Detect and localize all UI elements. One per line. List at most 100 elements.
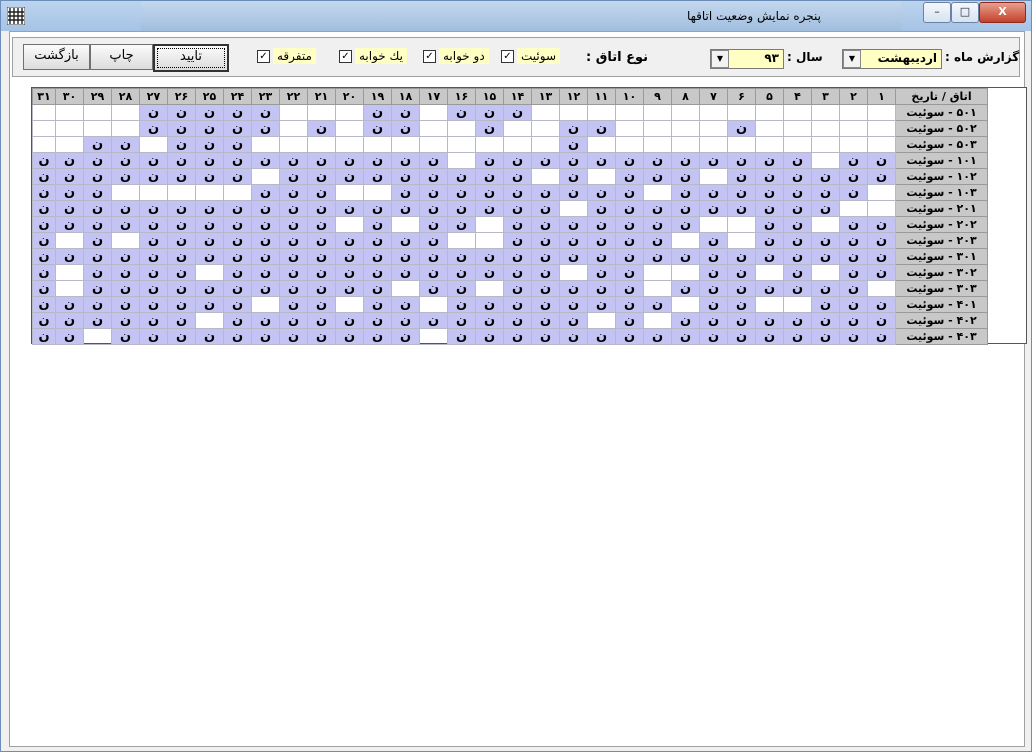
day-cell[interactable]: ن xyxy=(335,232,364,249)
day-cell[interactable] xyxy=(671,120,700,137)
day-cell[interactable]: ن xyxy=(279,280,308,297)
day-cell[interactable]: ن xyxy=(811,280,840,297)
day-cell[interactable]: ن xyxy=(167,136,196,153)
minimize-button[interactable]: – xyxy=(923,2,951,23)
day-cell[interactable] xyxy=(867,184,896,201)
day-cell[interactable]: ن xyxy=(755,328,784,345)
day-cell[interactable] xyxy=(335,296,364,313)
day-cell[interactable]: ن xyxy=(559,216,588,233)
day-cell[interactable] xyxy=(699,136,728,153)
day-cell[interactable] xyxy=(587,104,616,121)
day-cell[interactable]: ن xyxy=(307,168,336,185)
day-cell[interactable]: ن xyxy=(167,120,196,137)
day-cell[interactable]: ن xyxy=(307,264,336,281)
day-cell[interactable] xyxy=(643,104,672,121)
day-cell[interactable]: ن xyxy=(503,152,532,169)
day-cell[interactable]: ن xyxy=(615,248,644,265)
day-cell[interactable]: ن xyxy=(643,328,672,345)
day-cell[interactable]: ن xyxy=(867,264,896,281)
day-cell[interactable]: ن xyxy=(503,200,532,217)
day-cell[interactable]: ن xyxy=(223,200,252,217)
day-cell[interactable] xyxy=(139,184,168,201)
day-cell[interactable]: ن xyxy=(559,248,588,265)
day-cell[interactable]: ن xyxy=(195,104,224,121)
day-cell[interactable]: ن xyxy=(475,168,504,185)
day-cell[interactable]: ن xyxy=(335,312,364,329)
day-cell[interactable] xyxy=(671,136,700,153)
day-cell[interactable]: ن xyxy=(55,296,84,313)
day-cell[interactable]: ن xyxy=(671,168,700,185)
day-cell[interactable]: ن xyxy=(671,312,700,329)
day-cell[interactable]: ن xyxy=(783,216,812,233)
day-cell[interactable]: ن xyxy=(335,248,364,265)
day-cell[interactable] xyxy=(727,104,756,121)
day-cell[interactable]: ن xyxy=(559,120,588,137)
day-cell[interactable]: ن xyxy=(503,280,532,297)
day-cell[interactable]: ن xyxy=(139,312,168,329)
day-cell[interactable]: ن xyxy=(699,184,728,201)
day-cell[interactable] xyxy=(363,184,392,201)
day-cell[interactable] xyxy=(699,168,728,185)
day-cell[interactable]: ن xyxy=(699,152,728,169)
day-cell[interactable]: ن xyxy=(587,296,616,313)
day-cell[interactable]: ن xyxy=(83,296,112,313)
day-cell[interactable] xyxy=(419,296,448,313)
day-cell[interactable]: ن xyxy=(419,248,448,265)
day-cell[interactable]: ن xyxy=(32,216,56,233)
day-cell[interactable]: ن xyxy=(195,152,224,169)
day-cell[interactable] xyxy=(671,296,700,313)
day-cell[interactable]: ن xyxy=(811,248,840,265)
day-cell[interactable]: ن xyxy=(391,232,420,249)
day-cell[interactable] xyxy=(755,296,784,313)
day-cell[interactable]: ن xyxy=(783,264,812,281)
day-cell[interactable]: ن xyxy=(139,216,168,233)
day-cell[interactable]: ن xyxy=(279,296,308,313)
day-cell[interactable]: ن xyxy=(139,200,168,217)
day-cell[interactable] xyxy=(32,136,56,153)
day-cell[interactable]: ن xyxy=(83,136,112,153)
day-cell[interactable] xyxy=(755,264,784,281)
day-cell[interactable]: ن xyxy=(587,200,616,217)
day-cell[interactable]: ن xyxy=(643,152,672,169)
day-cell[interactable]: ن xyxy=(699,296,728,313)
day-cell[interactable]: ن xyxy=(363,312,392,329)
day-cell[interactable]: ن xyxy=(223,248,252,265)
day-cell[interactable]: ن xyxy=(167,248,196,265)
day-cell[interactable] xyxy=(55,136,84,153)
day-cell[interactable] xyxy=(279,104,308,121)
day-cell[interactable]: ن xyxy=(32,168,56,185)
day-cell[interactable] xyxy=(811,216,840,233)
day-cell[interactable] xyxy=(783,120,812,137)
day-cell[interactable]: ن xyxy=(783,248,812,265)
day-cell[interactable]: ن xyxy=(335,264,364,281)
day-cell[interactable] xyxy=(755,104,784,121)
day-cell[interactable]: ن xyxy=(503,104,532,121)
day-cell[interactable]: ن xyxy=(167,104,196,121)
day-cell[interactable]: ن xyxy=(139,248,168,265)
day-cell[interactable]: ن xyxy=(139,120,168,137)
day-cell[interactable] xyxy=(55,104,84,121)
day-cell[interactable]: ن xyxy=(811,232,840,249)
day-cell[interactable]: ن xyxy=(811,200,840,217)
day-cell[interactable]: ن xyxy=(111,312,140,329)
day-cell[interactable]: ن xyxy=(391,328,420,345)
day-cell[interactable]: ن xyxy=(251,200,280,217)
day-cell[interactable]: ن xyxy=(643,168,672,185)
day-cell[interactable]: ن xyxy=(587,216,616,233)
day-cell[interactable]: ن xyxy=(671,280,700,297)
day-cell[interactable]: ن xyxy=(251,104,280,121)
day-cell[interactable]: ن xyxy=(335,200,364,217)
day-cell[interactable]: ن xyxy=(643,296,672,313)
day-cell[interactable]: ن xyxy=(419,232,448,249)
day-cell[interactable] xyxy=(531,104,560,121)
day-cell[interactable] xyxy=(419,104,448,121)
day-cell[interactable]: ن xyxy=(32,184,56,201)
day-cell[interactable]: ن xyxy=(727,200,756,217)
day-cell[interactable]: ن xyxy=(559,296,588,313)
day-cell[interactable]: ن xyxy=(475,264,504,281)
day-cell[interactable]: ن xyxy=(363,120,392,137)
day-cell[interactable]: ن xyxy=(279,200,308,217)
day-cell[interactable]: ن xyxy=(755,312,784,329)
day-cell[interactable] xyxy=(727,136,756,153)
day-cell[interactable]: ن xyxy=(755,216,784,233)
